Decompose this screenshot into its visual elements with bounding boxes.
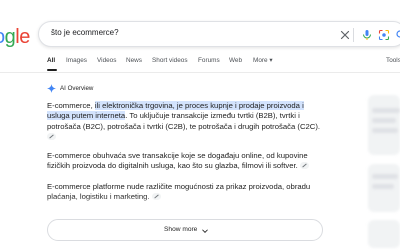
tab-videos[interactable]: Videos	[97, 56, 116, 65]
search-results-page: ogle što je ecommerce?	[0, 0, 400, 250]
paragraph-text: E-commerce obuhvaća sve transakcije koje…	[47, 151, 308, 171]
tab-short-videos[interactable]: Short videos	[152, 56, 188, 65]
content-fade	[40, 196, 340, 214]
tabs-divider	[0, 72, 400, 73]
lens-icon[interactable]	[378, 29, 390, 41]
source-link-icon[interactable]	[299, 161, 309, 169]
active-tab-indicator	[47, 69, 57, 71]
logo-letter: g	[4, 26, 16, 48]
source-link-icon[interactable]	[47, 132, 56, 140]
search-icon[interactable]	[395, 29, 400, 41]
blurred-text	[372, 184, 394, 189]
ai-overview-paragraph: E-commerce obuhvaća sve transakcije koje…	[47, 151, 327, 172]
show-more-button[interactable]: Show more	[47, 219, 323, 241]
tools-button[interactable]: Tools	[386, 56, 400, 65]
chevron-down-icon	[201, 227, 209, 235]
blurred-text	[372, 174, 398, 179]
ai-overview-title: AI Overview	[60, 85, 94, 92]
microphone-icon[interactable]	[361, 29, 373, 41]
paragraph-text: E-commerce,	[47, 101, 95, 110]
tab-all[interactable]: All	[47, 56, 55, 65]
ai-overview-paragraph: E-commerce, ili elektronička trgovina, j…	[47, 101, 327, 143]
blurred-text	[372, 108, 400, 113]
tab-images[interactable]: Images	[66, 56, 87, 65]
source-card[interactable]	[368, 95, 400, 155]
search-tabs: All Images Videos News Short videos Foru…	[0, 56, 400, 72]
blurred-text	[372, 128, 398, 133]
search-input[interactable]: što je ecommerce?	[51, 28, 119, 37]
search-box-divider	[353, 28, 354, 42]
show-more-label: Show more	[164, 226, 198, 233]
tab-web[interactable]: Web	[229, 56, 242, 65]
google-logo[interactable]: ogle	[0, 26, 30, 49]
sparkle-icon	[47, 84, 56, 93]
clear-icon[interactable]	[339, 29, 351, 41]
source-card[interactable]	[368, 220, 400, 248]
tab-forums[interactable]: Forums	[198, 56, 220, 65]
tab-more[interactable]: More ▾	[253, 56, 273, 65]
logo-letter: e	[19, 26, 30, 48]
tab-news[interactable]: News	[126, 56, 142, 65]
blurred-text	[372, 118, 396, 123]
search-box[interactable]: što je ecommerce?	[38, 21, 400, 47]
